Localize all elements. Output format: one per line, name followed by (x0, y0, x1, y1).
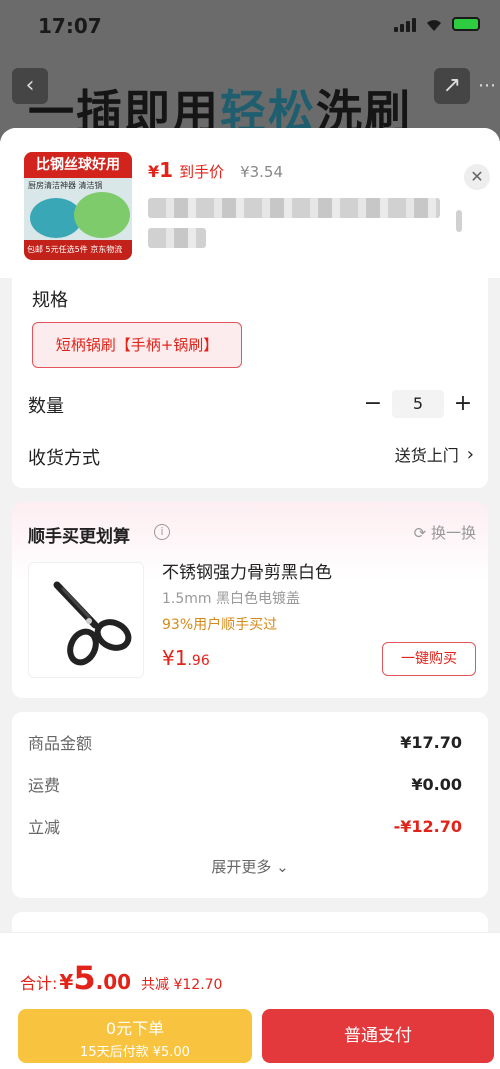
upsell-card: 顺手买更划算 i ⟳ 换一换 不锈钢强力骨剪黑白色 1.5mm 黑白色电镀盖 9… (12, 502, 488, 698)
signal-icon (394, 16, 416, 32)
upsell-item-price: ¥1.96 (162, 646, 210, 670)
wifi-icon (427, 20, 441, 31)
share-icon: ↗ (434, 68, 470, 104)
quantity-plus-button[interactable]: + (452, 390, 474, 418)
upsell-item-image[interactable] (28, 562, 144, 678)
pay-later-button[interactable]: 0元下单 15天后付款 ¥5.00 (18, 1009, 252, 1063)
blurred-product-title (148, 198, 440, 218)
scissors-icon (53, 581, 132, 666)
product-header: 比钢丝球好用 厨房清洁神器 清洁锅 包邮 5元任选5件 京东物流 ¥1 到手价 … (0, 128, 500, 278)
product-image-footer: 包邮 5元任选5件 京东物流 (24, 240, 132, 260)
one-click-buy-button[interactable]: 一键购买 (382, 642, 476, 676)
quantity-minus-button[interactable]: − (362, 390, 384, 418)
status-time: 17:07 (38, 14, 102, 38)
fee-row-shipping: 运费 ¥0.00 (28, 774, 462, 796)
upsell-title: 顺手买更划算 (28, 527, 130, 547)
status-bar: 17:07 (0, 0, 500, 52)
delivery-value: 送货上门 (394, 446, 459, 465)
fee-summary-card: 商品金额 ¥17.70 运费 ¥0.00 立减 -¥12.70 展开更多 ⌄ (12, 712, 488, 898)
final-price: ¥1 (148, 158, 174, 182)
battery-icon (452, 17, 480, 31)
fee-row-subtotal: 商品金额 ¥17.70 (28, 732, 462, 754)
checkout-sheet: 比钢丝球好用 厨房清洁神器 清洁锅 包邮 5元任选5件 京东物流 ¥1 到手价 … (0, 128, 500, 1069)
refresh-button[interactable]: ⟳ 换一换 (414, 522, 476, 543)
refresh-icon: ⟳ (413, 524, 427, 542)
quantity-value[interactable]: 5 (392, 390, 444, 418)
order-total: 合计: ¥ 5 .00 共减 ¥12.70 (20, 959, 223, 997)
chevron-down-icon: ⌄ (276, 858, 289, 876)
spec-option-selected[interactable]: 短柄锅刷【手柄+锅刷】 (32, 322, 242, 368)
delivery-label: 收货方式 (28, 448, 100, 469)
blurred-fragment (456, 210, 462, 232)
chevron-right-icon: › (466, 443, 474, 465)
product-image-subtitle: 厨房清洁神器 清洁锅 (28, 181, 103, 190)
quantity-stepper: − 5 + (362, 390, 474, 418)
back-icon: ‹ (12, 68, 48, 104)
pay-button[interactable]: 普通支付 (262, 1009, 494, 1063)
upsell-item-stat: 93%用户顺手买过 (162, 617, 278, 633)
info-icon[interactable]: i (154, 524, 170, 540)
product-image: 比钢丝球好用 厨房清洁神器 清洁锅 包邮 5元任选5件 京东物流 (24, 152, 132, 260)
blurred-product-title-line2 (148, 228, 206, 248)
total-saved: 共减 ¥12.70 (141, 977, 223, 993)
price-line: ¥1 到手价 ¥3.54 (148, 158, 283, 182)
expand-more-button[interactable]: 展开更多 ⌄ (12, 856, 488, 877)
product-image-tag: 比钢丝球好用 (24, 152, 132, 178)
status-icons (394, 16, 480, 32)
upsell-item-name[interactable]: 不锈钢强力骨剪黑白色 (162, 558, 332, 583)
spec-title: 规格 (32, 290, 68, 311)
options-card: 规格 短柄锅刷【手柄+锅刷】 数量 − 5 + 收货方式 送货上门 › (12, 278, 488, 488)
close-icon[interactable]: ✕ (464, 164, 490, 190)
quantity-label: 数量 (28, 396, 64, 417)
delivery-method[interactable]: 送货上门 › (395, 442, 474, 466)
original-price: ¥3.54 (240, 163, 284, 181)
upsell-item-desc: 1.5mm 黑白色电镀盖 (162, 591, 300, 607)
final-price-label: 到手价 (179, 163, 225, 181)
checkout-bar: 合计: ¥ 5 .00 共减 ¥12.70 0元下单 15天后付款 ¥5.00 … (0, 932, 500, 1069)
fee-row-discount: 立减 -¥12.70 (28, 816, 462, 838)
more-icon: ⋯ (478, 75, 496, 96)
